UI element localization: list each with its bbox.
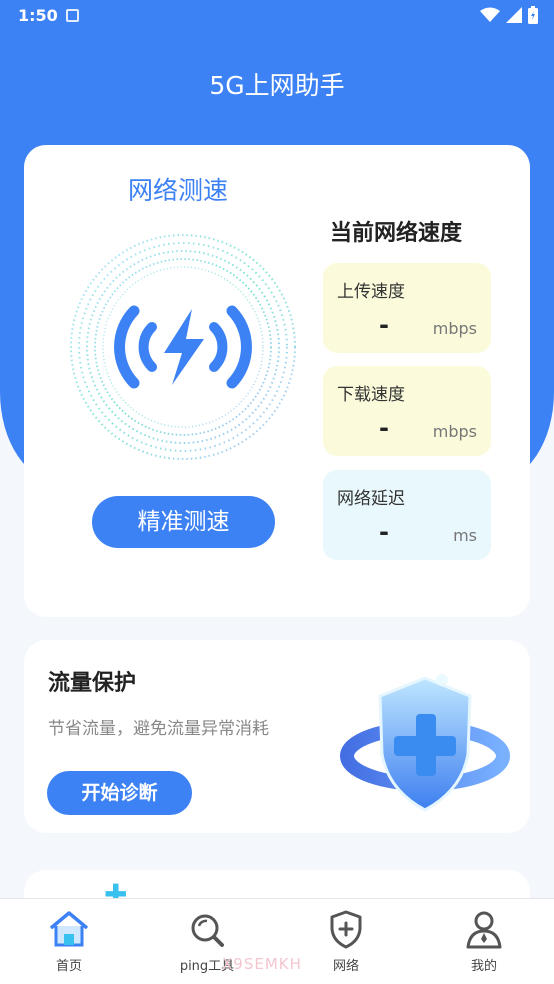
download-speed-box: 下载速度 - mbps (323, 366, 491, 456)
status-icons (480, 6, 538, 24)
latency-value: - (379, 518, 389, 546)
status-time: 1:50 (18, 6, 58, 25)
upload-unit: mbps (432, 319, 477, 338)
user-icon (466, 911, 502, 949)
upload-value: - (379, 311, 389, 339)
app-title: 5G上网助手 (209, 71, 345, 100)
current-speed-title: 当前网络速度 (330, 221, 463, 246)
traffic-protection-card: 流量保护 节省流量，避免流量异常消耗 开始诊断 (24, 640, 530, 833)
status-bar: 1:50 (0, 0, 554, 32)
nav-network-label: 网络 (332, 959, 359, 974)
upload-label: 上传速度 (337, 282, 405, 302)
precise-speed-test-button[interactable]: 精准测速 (92, 496, 275, 548)
speed-gauge-icon[interactable] (68, 231, 298, 463)
start-diagnosis-button[interactable]: 开始诊断 (47, 771, 192, 815)
nav-network[interactable]: 网络 (296, 909, 396, 974)
notification-icon (66, 9, 79, 22)
download-value: - (379, 414, 389, 442)
signal-icon (506, 7, 522, 23)
upload-speed-box: 上传速度 - mbps (323, 263, 491, 353)
protection-description: 节省流量，避免流量异常消耗 (48, 719, 269, 739)
speed-test-card: 网络测速 精准测速 当前网络速度 上传速度 - mbps 下载速度 - mbps… (24, 145, 530, 617)
shield-icon (340, 674, 510, 812)
shield-plus-icon (330, 910, 362, 949)
latency-label: 网络延迟 (337, 489, 405, 509)
protection-title: 流量保护 (48, 671, 137, 696)
wifi-icon (480, 7, 500, 22)
battery-icon (528, 6, 538, 24)
watermark-text: X9SEMKH (222, 955, 302, 973)
nav-profile[interactable]: 我的 (434, 909, 534, 974)
latency-box: 网络延迟 - ms (323, 470, 491, 560)
home-icon (49, 911, 89, 947)
nav-home[interactable]: 首页 (19, 909, 119, 974)
nav-home-label: 首页 (55, 959, 82, 974)
nav-profile-label: 我的 (470, 959, 497, 974)
speed-test-title: 网络测速 (128, 176, 229, 205)
download-label: 下载速度 (337, 385, 405, 405)
latency-unit: ms (453, 526, 477, 545)
search-icon (191, 914, 224, 947)
download-unit: mbps (432, 422, 477, 441)
